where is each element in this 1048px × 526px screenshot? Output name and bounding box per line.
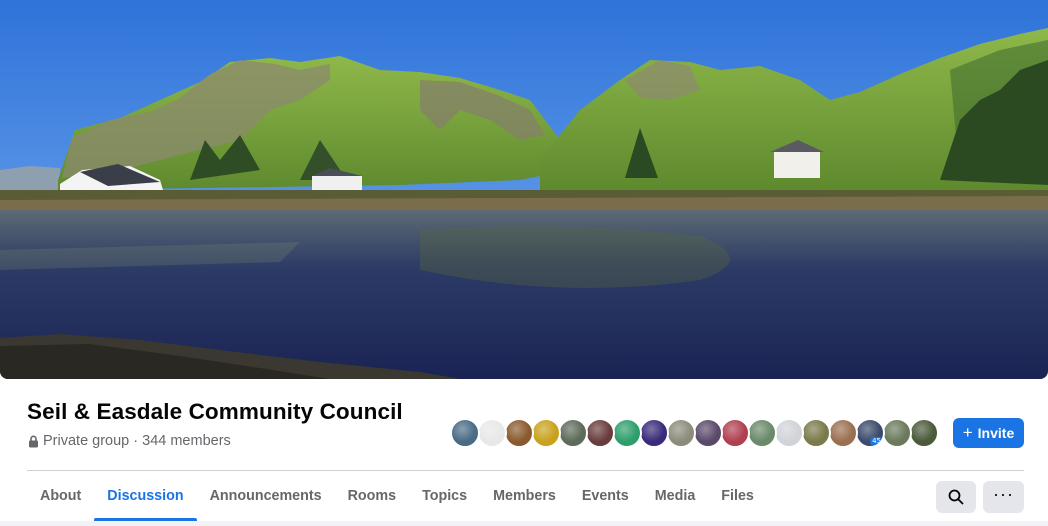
tab-media[interactable]: Media <box>642 471 709 521</box>
member-avatar-13[interactable] <box>774 418 804 448</box>
tab-announcements[interactable]: Announcements <box>197 471 335 521</box>
more-options-button[interactable]: ··· <box>983 481 1024 513</box>
group-meta: Private group · 344 members <box>28 433 231 449</box>
member-avatar-16[interactable]: 45 <box>855 418 885 448</box>
member-avatar-11[interactable] <box>720 418 750 448</box>
avatar-badge: 45 <box>870 437 883 446</box>
tab-events[interactable]: Events <box>569 471 642 521</box>
member-avatars[interactable]: 45 <box>450 418 939 448</box>
cover-photo-landscape <box>0 0 1048 379</box>
group-name[interactable]: Seil & Easdale Community Council <box>27 399 403 425</box>
member-avatar-17[interactable] <box>882 418 912 448</box>
member-avatar-12[interactable] <box>747 418 777 448</box>
tab-members[interactable]: Members <box>480 471 569 521</box>
member-avatar-7[interactable] <box>612 418 642 448</box>
member-avatar-5[interactable] <box>558 418 588 448</box>
member-avatar-2[interactable] <box>477 418 507 448</box>
invite-label: Invite <box>977 425 1015 441</box>
search-icon <box>948 489 964 505</box>
member-avatar-1[interactable] <box>450 418 480 448</box>
group-tabs: About Discussion Announcements Rooms Topics M… <box>27 471 767 521</box>
member-avatar-3[interactable] <box>504 418 534 448</box>
member-avatar-10[interactable] <box>693 418 723 448</box>
search-button[interactable] <box>936 481 976 513</box>
tab-rooms[interactable]: Rooms <box>335 471 409 521</box>
member-avatar-18[interactable] <box>909 418 939 448</box>
invite-button[interactable]: + Invite <box>953 418 1024 448</box>
plus-icon: + <box>962 422 973 442</box>
page-background-strip <box>0 521 1048 526</box>
cover-photo[interactable] <box>0 0 1048 379</box>
member-avatar-14[interactable] <box>801 418 831 448</box>
member-avatar-9[interactable] <box>666 418 696 448</box>
tab-files[interactable]: Files <box>708 471 767 521</box>
member-avatar-8[interactable] <box>639 418 669 448</box>
tab-discussion[interactable]: Discussion <box>94 471 197 521</box>
group-privacy-members[interactable]: Private group · 344 members <box>43 433 231 449</box>
member-avatar-6[interactable] <box>585 418 615 448</box>
member-avatar-4[interactable] <box>531 418 561 448</box>
tab-topics[interactable]: Topics <box>409 471 480 521</box>
member-avatar-15[interactable] <box>828 418 858 448</box>
more-options-icon: ··· <box>993 484 1014 504</box>
lock-icon <box>29 435 38 447</box>
tab-about[interactable]: About <box>27 471 94 521</box>
